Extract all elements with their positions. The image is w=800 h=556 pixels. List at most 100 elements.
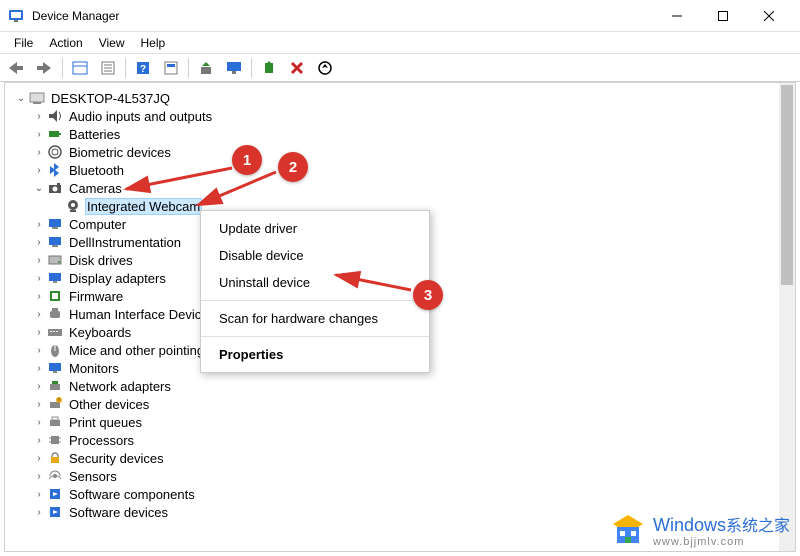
enable-device-button[interactable] xyxy=(256,57,282,79)
tree-node-sensor[interactable]: ›Sensors xyxy=(7,467,793,485)
softdev-icon xyxy=(47,504,63,520)
context-menu-item[interactable]: Scan for hardware changes xyxy=(201,305,429,332)
tree-toggle[interactable]: › xyxy=(33,363,45,374)
tree-node-printer[interactable]: › Print queues xyxy=(7,413,793,431)
tree-toggle[interactable]: › xyxy=(33,327,45,338)
tree-toggle[interactable]: › xyxy=(33,219,45,230)
tree-node-audio[interactable]: › Audio inputs and outputs xyxy=(7,107,793,125)
show-hidden-button[interactable] xyxy=(67,57,93,79)
computer-icon xyxy=(47,216,63,232)
toolbar-separator xyxy=(188,58,189,78)
scrollbar-thumb[interactable] xyxy=(781,85,793,285)
tree-toggle[interactable]: › xyxy=(33,309,45,320)
tree-toggle[interactable]: › xyxy=(33,255,45,266)
context-menu-separator xyxy=(201,336,429,337)
tree-label: Audio inputs and outputs xyxy=(67,109,214,124)
menu-view[interactable]: View xyxy=(91,34,133,52)
tree-label: Batteries xyxy=(67,127,122,142)
tree-toggle[interactable]: › xyxy=(33,471,45,482)
update-driver-button[interactable] xyxy=(193,57,219,79)
menu-help[interactable]: Help xyxy=(133,34,174,52)
tree-label: Disk drives xyxy=(67,253,135,268)
app-icon xyxy=(8,8,24,24)
maximize-button[interactable] xyxy=(700,0,746,32)
tree-node-cpu[interactable]: › Processors xyxy=(7,431,793,449)
tree-label: Cameras xyxy=(67,181,124,196)
back-button[interactable] xyxy=(4,57,30,79)
tree-toggle[interactable]: › xyxy=(33,489,45,500)
tree-toggle[interactable]: › xyxy=(33,417,45,428)
help-button-1[interactable]: ? xyxy=(130,57,156,79)
annotation-badge-3: 3 xyxy=(413,280,443,310)
tree-node-biometric[interactable]: ›Biometric devices xyxy=(7,143,793,161)
forward-button[interactable] xyxy=(32,57,58,79)
svg-text:!: ! xyxy=(58,398,59,404)
tree-toggle[interactable]: › xyxy=(33,453,45,464)
tree-node-network[interactable]: › Network adapters xyxy=(7,377,793,395)
toolbar-separator xyxy=(62,58,63,78)
dell-icon xyxy=(47,234,63,250)
context-menu-item[interactable]: Disable device xyxy=(201,242,429,269)
keyboard-icon xyxy=(47,324,63,340)
annotation-badge-2: 2 xyxy=(278,152,308,182)
printer-icon xyxy=(47,414,63,430)
tree-toggle[interactable]: › xyxy=(33,237,45,248)
menu-action[interactable]: Action xyxy=(41,34,90,52)
hid-icon xyxy=(47,306,63,322)
other-icon: ! xyxy=(47,396,63,412)
window-title: Device Manager xyxy=(32,9,654,23)
tree-toggle[interactable]: › xyxy=(33,435,45,446)
context-menu-item[interactable]: Update driver xyxy=(201,215,429,242)
scan-monitor-button[interactable] xyxy=(221,57,247,79)
tree-node-camera[interactable]: ⌄ Cameras xyxy=(7,179,793,197)
tree-toggle[interactable]: › xyxy=(33,381,45,392)
tree-toggle[interactable]: › xyxy=(33,165,45,176)
properties-button[interactable] xyxy=(95,57,121,79)
tree-label: Network adapters xyxy=(67,379,173,394)
context-menu-item[interactable]: Properties xyxy=(201,341,429,368)
tree-label: Bluetooth xyxy=(67,163,126,178)
mouse-icon xyxy=(47,342,63,358)
firmware-icon xyxy=(47,288,63,304)
tree-toggle[interactable]: ⌄ xyxy=(33,183,45,194)
tree-label: Keyboards xyxy=(67,325,133,340)
context-menu-item[interactable]: Uninstall device xyxy=(201,269,429,296)
tree-node-other[interactable]: ›! Other devices xyxy=(7,395,793,413)
camera-icon xyxy=(47,180,63,196)
security-icon xyxy=(47,450,63,466)
disk-icon xyxy=(47,252,63,268)
scan-hardware-button[interactable] xyxy=(312,57,338,79)
close-button[interactable] xyxy=(746,0,792,32)
tree-label: Other devices xyxy=(67,397,151,412)
watermark-line1: Windows系统之家 xyxy=(653,512,790,536)
minimize-button[interactable] xyxy=(654,0,700,32)
titlebar: Device Manager xyxy=(0,0,800,32)
uninstall-device-button[interactable] xyxy=(284,57,310,79)
tree-label: Software devices xyxy=(67,505,170,520)
tree-node-battery[interactable]: › Batteries xyxy=(7,125,793,143)
menu-file[interactable]: File xyxy=(6,34,41,52)
tree-toggle[interactable]: › xyxy=(33,129,45,140)
tree-label: Security devices xyxy=(67,451,166,466)
tree-toggle[interactable]: › xyxy=(33,291,45,302)
tree-toggle[interactable]: › xyxy=(33,507,45,518)
tree-toggle[interactable]: › xyxy=(33,111,45,122)
tree-toggle[interactable]: › xyxy=(33,147,45,158)
help-button-2[interactable] xyxy=(158,57,184,79)
vertical-scrollbar[interactable] xyxy=(779,83,795,551)
tree-node-software[interactable]: ›Software components xyxy=(7,485,793,503)
tree-label: Firmware xyxy=(67,289,125,304)
tree-toggle[interactable]: ⌄ xyxy=(15,93,27,104)
tree-toggle[interactable]: › xyxy=(33,345,45,356)
toolbar: ? xyxy=(0,54,800,82)
tree-label: Processors xyxy=(67,433,136,448)
watermark-logo xyxy=(611,513,645,547)
tree-root[interactable]: ⌄DESKTOP-4L537JQ xyxy=(7,89,793,107)
tree-label: Integrated Webcam xyxy=(85,198,202,215)
tree-node-bluetooth[interactable]: › Bluetooth xyxy=(7,161,793,179)
tree-node-security[interactable]: › Security devices xyxy=(7,449,793,467)
tree-toggle[interactable]: › xyxy=(33,399,45,410)
root-icon xyxy=(29,90,45,106)
tree-toggle[interactable]: › xyxy=(33,273,45,284)
tree-label: Print queues xyxy=(67,415,144,430)
